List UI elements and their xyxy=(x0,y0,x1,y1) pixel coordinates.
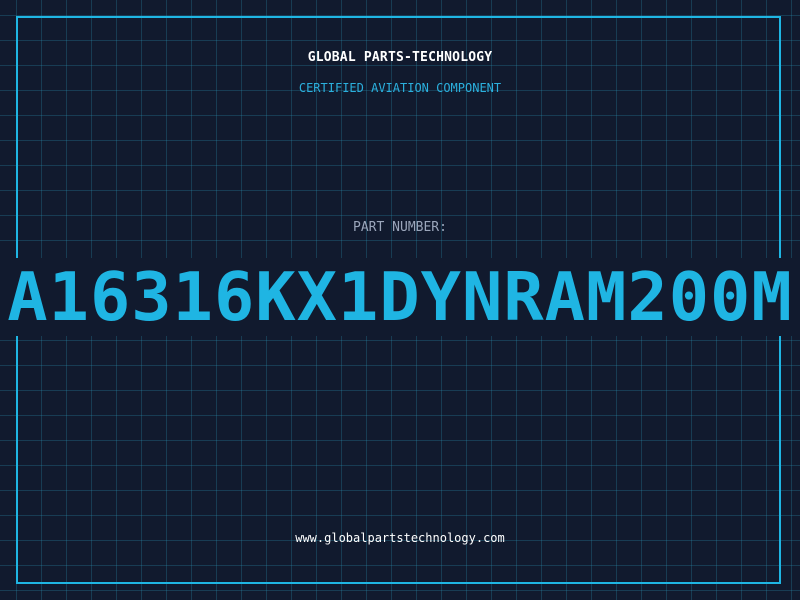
company-title: GLOBAL PARTS-TECHNOLOGY xyxy=(307,50,493,65)
certification-subtitle: CERTIFIED AVIATION COMPONENT xyxy=(298,81,502,95)
part-number-band: A16316KX1DYNRAM200M xyxy=(0,258,800,336)
part-number-value: A16316KX1DYNRAM200M xyxy=(7,258,793,336)
website-url: www.globalpartstechnology.com xyxy=(295,531,505,545)
part-number-label: PART NUMBER: xyxy=(353,220,447,235)
